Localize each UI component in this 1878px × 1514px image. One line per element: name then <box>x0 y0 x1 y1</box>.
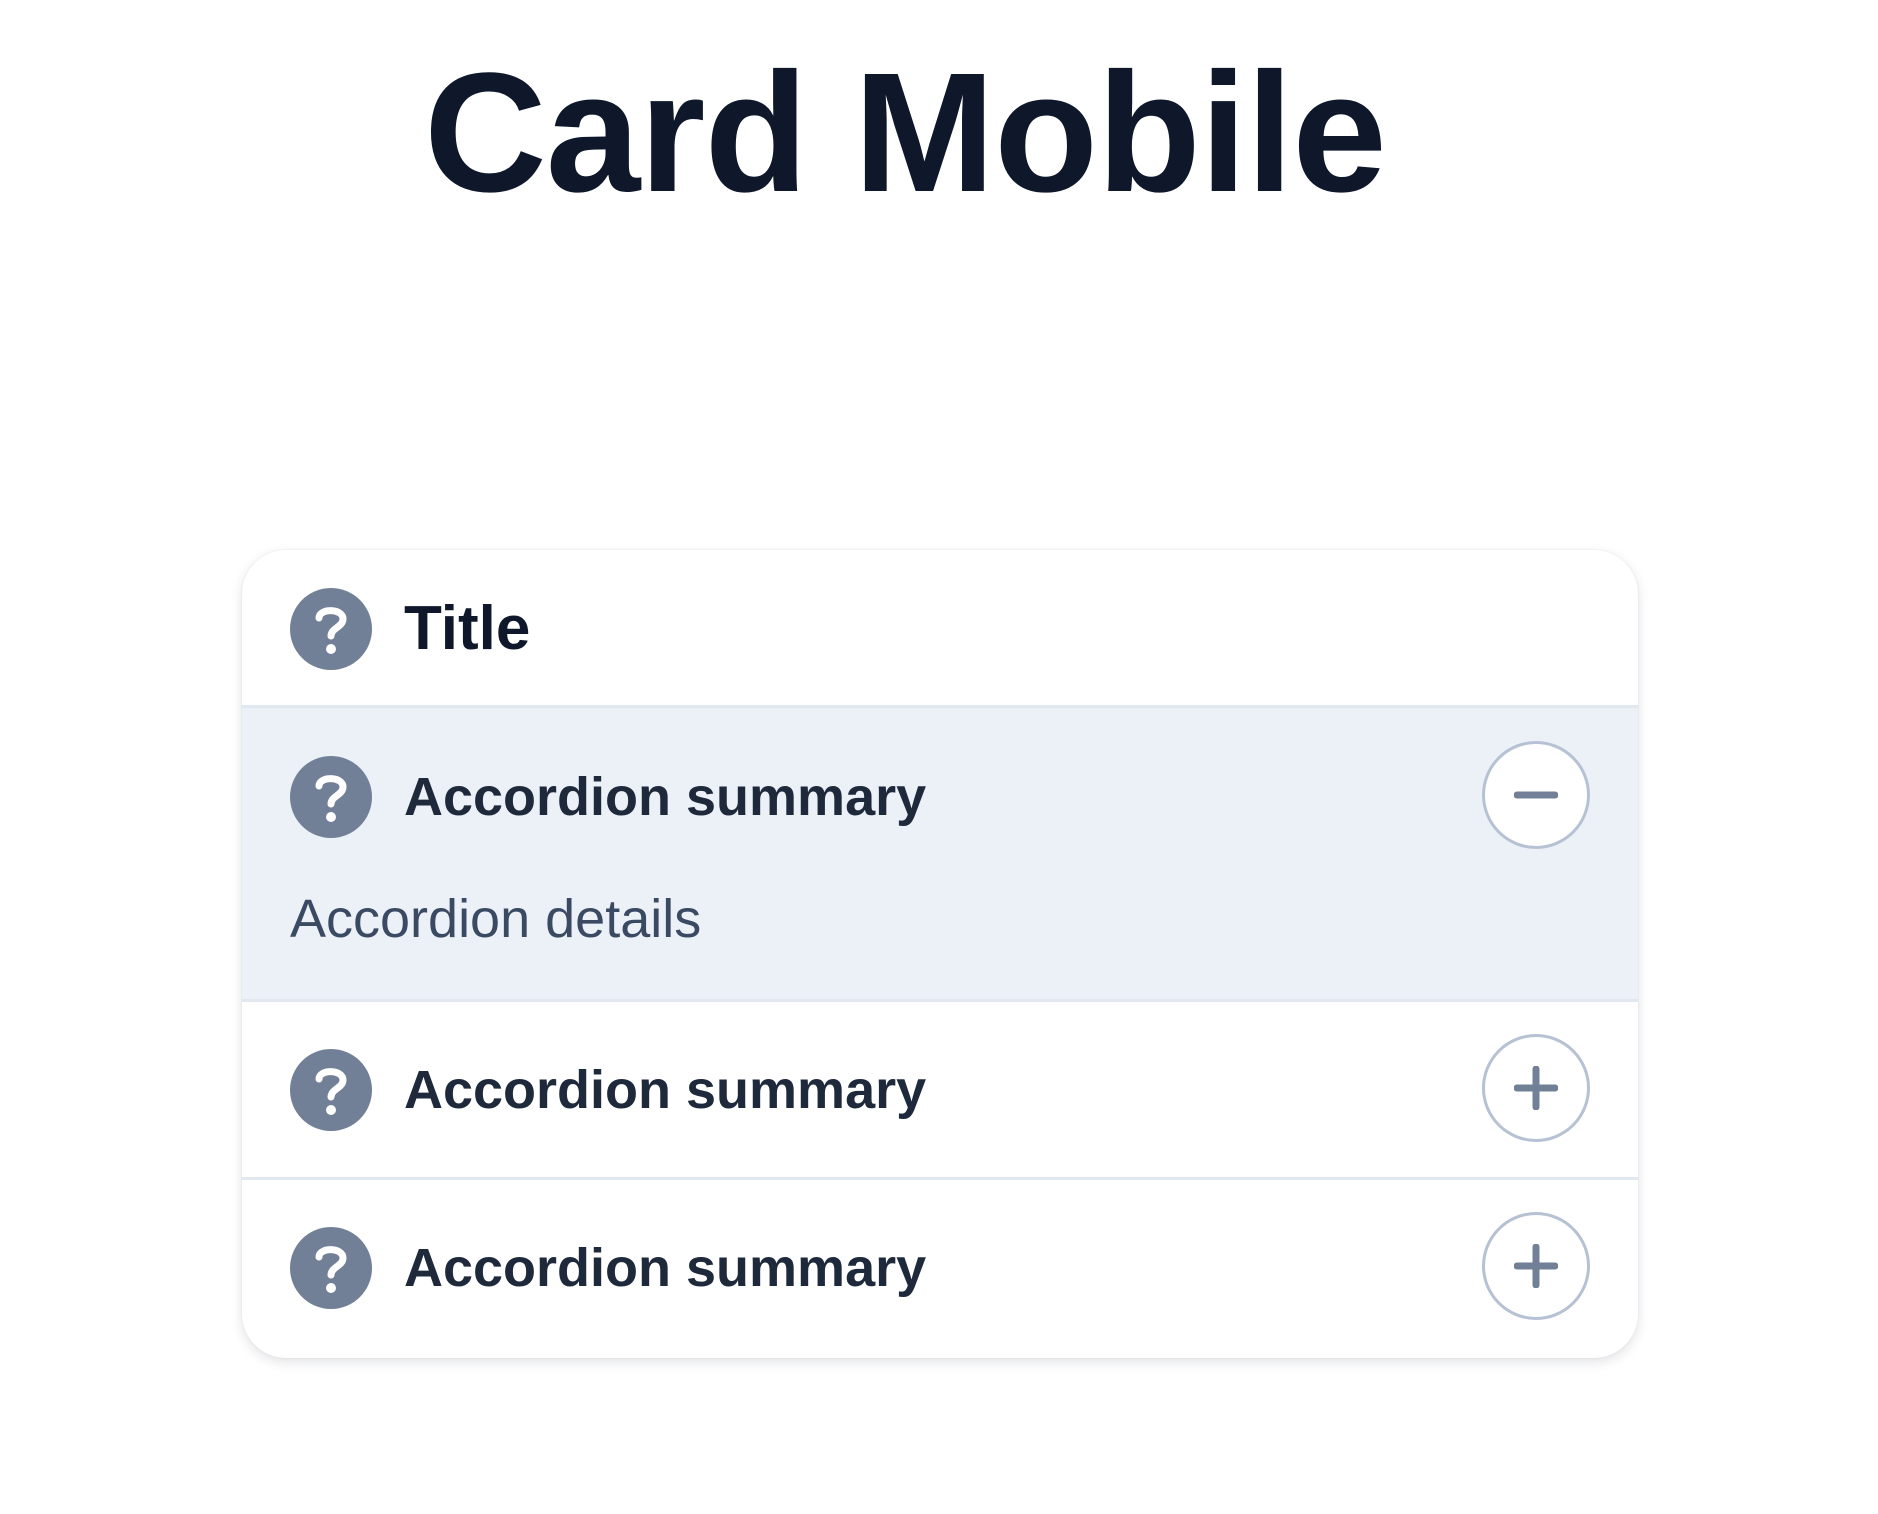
help-circle-icon <box>290 588 372 670</box>
help-circle-icon <box>290 756 372 838</box>
accordion-summary-label: Accordion summary <box>404 767 927 827</box>
expand-button[interactable] <box>1482 1033 1590 1142</box>
plus-icon <box>1514 1243 1558 1288</box>
help-circle-icon <box>290 1226 372 1309</box>
accordion-summary-label: Accordion summary <box>404 1237 927 1298</box>
minus-icon <box>1514 791 1558 799</box>
accordion-item: Accordion summary <box>242 1002 1638 1180</box>
accordion-details: Accordion details <box>290 889 702 949</box>
accordion-item-expanded: Accordion summary Accordion details <box>242 708 1638 1002</box>
accordion-item: Accordion summary <box>242 1180 1638 1355</box>
page-title: Card Mobile <box>424 38 1387 228</box>
accordion-summary-label: Accordion summary <box>404 1059 927 1120</box>
accordion-summary[interactable]: Accordion summary <box>242 1001 1638 1179</box>
card-header: Title <box>242 550 1638 708</box>
accordion-summary[interactable]: Accordion summary <box>242 1179 1638 1357</box>
card-title: Title <box>404 594 531 663</box>
expand-button[interactable] <box>1482 1211 1590 1320</box>
help-circle-icon <box>290 1048 372 1131</box>
collapse-button[interactable] <box>1482 741 1590 849</box>
accordion-summary[interactable]: Accordion summary <box>242 708 1638 886</box>
plus-icon <box>1514 1065 1558 1110</box>
accordion-card: Title Accordion summary Accordion detail… <box>242 550 1638 1358</box>
